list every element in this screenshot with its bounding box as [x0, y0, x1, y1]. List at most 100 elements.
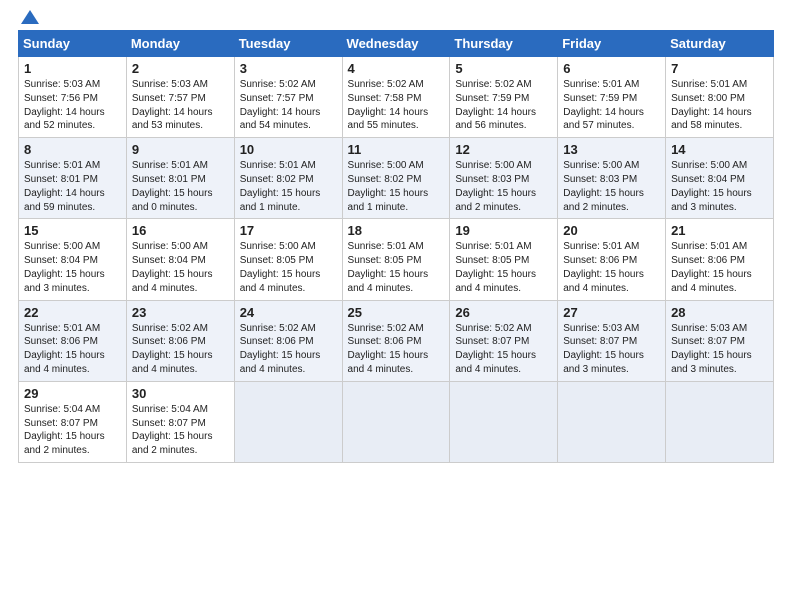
day-number: 11 — [348, 142, 446, 157]
day-number: 19 — [455, 223, 553, 238]
calendar-cell: 28 Sunrise: 5:03 AM Sunset: 8:07 PM Dayli… — [666, 300, 774, 381]
weekday-header-monday: Monday — [126, 31, 234, 57]
day-number: 7 — [671, 61, 769, 76]
calendar-cell — [450, 381, 558, 462]
day-number: 10 — [240, 142, 338, 157]
day-number: 8 — [24, 142, 122, 157]
calendar-cell: 5Sunrise: 5:02 AM Sunset: 7:59 PM Daylig… — [450, 57, 558, 138]
day-info: Sunrise: 5:00 AM Sunset: 8:03 PM Dayligh… — [563, 159, 661, 214]
calendar-cell: 18 Sunrise: 5:01 AM Sunset: 8:05 PM Dayli… — [342, 219, 450, 300]
weekday-header-saturday: Saturday — [666, 31, 774, 57]
calendar-cell: 9 Sunrise: 5:01 AM Sunset: 8:01 PM Daylig… — [126, 138, 234, 219]
calendar-cell: 23 Sunrise: 5:02 AM Sunset: 8:06 PM Dayli… — [126, 300, 234, 381]
day-number: 23 — [132, 305, 230, 320]
day-info: Sunrise: 5:00 AM Sunset: 8:05 PM Dayligh… — [240, 240, 338, 295]
calendar-cell — [558, 381, 666, 462]
calendar-cell: 22 Sunrise: 5:01 AM Sunset: 8:06 PM Dayli… — [19, 300, 127, 381]
header — [18, 10, 774, 24]
calendar-cell: 26 Sunrise: 5:02 AM Sunset: 8:07 PM Dayli… — [450, 300, 558, 381]
day-number: 5 — [455, 61, 553, 76]
calendar-cell: 3Sunrise: 5:02 AM Sunset: 7:57 PM Daylig… — [234, 57, 342, 138]
weekday-header-thursday: Thursday — [450, 31, 558, 57]
calendar-cell: 12Sunrise: 5:00 AM Sunset: 8:03 PM Dayli… — [450, 138, 558, 219]
day-info: Sunrise: 5:01 AM Sunset: 8:06 PM Dayligh… — [24, 322, 122, 377]
calendar-cell: 7Sunrise: 5:01 AM Sunset: 8:00 PM Daylig… — [666, 57, 774, 138]
calendar-cell: 19 Sunrise: 5:01 AM Sunset: 8:05 PM Dayli… — [450, 219, 558, 300]
day-info: Sunrise: 5:00 AM Sunset: 8:04 PM Dayligh… — [24, 240, 122, 295]
day-info: Sunrise: 5:01 AM Sunset: 8:06 PM Dayligh… — [671, 240, 769, 295]
day-info: Sunrise: 5:01 AM Sunset: 8:05 PM Dayligh… — [455, 240, 553, 295]
week-row-2: 8 Sunrise: 5:01 AM Sunset: 8:01 PM Daylig… — [19, 138, 774, 219]
weekday-header-row: SundayMondayTuesdayWednesdayThursdayFrid… — [19, 31, 774, 57]
day-info: Sunrise: 5:00 AM Sunset: 8:04 PM Dayligh… — [132, 240, 230, 295]
day-info: Sunrise: 5:03 AM Sunset: 7:56 PM Dayligh… — [24, 78, 122, 133]
calendar-cell: 8 Sunrise: 5:01 AM Sunset: 8:01 PM Daylig… — [19, 138, 127, 219]
calendar-cell: 14 Sunrise: 5:00 AM Sunset: 8:04 PM Dayli… — [666, 138, 774, 219]
calendar-table: SundayMondayTuesdayWednesdayThursdayFrid… — [18, 30, 774, 463]
day-number: 21 — [671, 223, 769, 238]
calendar-cell: 4 Sunrise: 5:02 AM Sunset: 7:58 PM Daylig… — [342, 57, 450, 138]
week-row-3: 15 Sunrise: 5:00 AM Sunset: 8:04 PM Dayli… — [19, 219, 774, 300]
day-number: 28 — [671, 305, 769, 320]
day-number: 22 — [24, 305, 122, 320]
calendar-cell: 1Sunrise: 5:03 AM Sunset: 7:56 PM Daylig… — [19, 57, 127, 138]
day-number: 2 — [132, 61, 230, 76]
day-number: 25 — [348, 305, 446, 320]
day-info: Sunrise: 5:01 AM Sunset: 8:02 PM Dayligh… — [240, 159, 338, 214]
weekday-header-sunday: Sunday — [19, 31, 127, 57]
day-number: 16 — [132, 223, 230, 238]
day-number: 14 — [671, 142, 769, 157]
day-number: 15 — [24, 223, 122, 238]
page: SundayMondayTuesdayWednesdayThursdayFrid… — [0, 0, 792, 612]
day-number: 6 — [563, 61, 661, 76]
day-info: Sunrise: 5:03 AM Sunset: 8:07 PM Dayligh… — [563, 322, 661, 377]
day-info: Sunrise: 5:00 AM Sunset: 8:03 PM Dayligh… — [455, 159, 553, 214]
day-info: Sunrise: 5:03 AM Sunset: 8:07 PM Dayligh… — [671, 322, 769, 377]
calendar-cell: 29Sunrise: 5:04 AM Sunset: 8:07 PM Dayli… — [19, 381, 127, 462]
day-number: 18 — [348, 223, 446, 238]
calendar-cell: 10 Sunrise: 5:01 AM Sunset: 8:02 PM Dayli… — [234, 138, 342, 219]
calendar-cell: 11 Sunrise: 5:00 AM Sunset: 8:02 PM Dayli… — [342, 138, 450, 219]
day-info: Sunrise: 5:01 AM Sunset: 8:01 PM Dayligh… — [132, 159, 230, 214]
logo — [18, 10, 42, 24]
day-info: Sunrise: 5:04 AM Sunset: 8:07 PM Dayligh… — [132, 403, 230, 458]
day-info: Sunrise: 5:00 AM Sunset: 8:04 PM Dayligh… — [671, 159, 769, 214]
calendar-cell: 15 Sunrise: 5:00 AM Sunset: 8:04 PM Dayli… — [19, 219, 127, 300]
calendar-cell: 16 Sunrise: 5:00 AM Sunset: 8:04 PM Dayli… — [126, 219, 234, 300]
calendar-cell — [234, 381, 342, 462]
calendar-cell: 24Sunrise: 5:02 AM Sunset: 8:06 PM Dayli… — [234, 300, 342, 381]
day-info: Sunrise: 5:02 AM Sunset: 8:06 PM Dayligh… — [348, 322, 446, 377]
day-info: Sunrise: 5:02 AM Sunset: 7:57 PM Dayligh… — [240, 78, 338, 133]
week-row-5: 29 Sunrise: 5:04 AM Sunset: 8:07 PM Dayli… — [19, 381, 774, 462]
day-number: 26 — [455, 305, 553, 320]
day-number: 9 — [132, 142, 230, 157]
day-info: Sunrise: 5:01 AM Sunset: 8:06 PM Dayligh… — [563, 240, 661, 295]
calendar-cell: 20Sunrise: 5:01 AM Sunset: 8:06 PM Dayli… — [558, 219, 666, 300]
logo-icon — [21, 10, 39, 24]
day-info: Sunrise: 5:01 AM Sunset: 7:59 PM Dayligh… — [563, 78, 661, 133]
day-info: Sunrise: 5:00 AM Sunset: 8:02 PM Dayligh… — [348, 159, 446, 214]
weekday-header-friday: Friday — [558, 31, 666, 57]
weekday-header-tuesday: Tuesday — [234, 31, 342, 57]
weekday-header-wednesday: Wednesday — [342, 31, 450, 57]
day-info: Sunrise: 5:01 AM Sunset: 8:05 PM Dayligh… — [348, 240, 446, 295]
calendar-cell: 25 Sunrise: 5:02 AM Sunset: 8:06 PM Dayli… — [342, 300, 450, 381]
day-number: 29 — [24, 386, 122, 401]
calendar-cell: 21 Sunrise: 5:01 AM Sunset: 8:06 PM Dayli… — [666, 219, 774, 300]
day-number: 4 — [348, 61, 446, 76]
day-number: 13 — [563, 142, 661, 157]
day-number: 30 — [132, 386, 230, 401]
week-row-4: 22 Sunrise: 5:01 AM Sunset: 8:06 PM Dayli… — [19, 300, 774, 381]
calendar-cell — [666, 381, 774, 462]
day-info: Sunrise: 5:02 AM Sunset: 8:07 PM Dayligh… — [455, 322, 553, 377]
day-info: Sunrise: 5:01 AM Sunset: 8:01 PM Dayligh… — [24, 159, 122, 214]
day-info: Sunrise: 5:02 AM Sunset: 8:06 PM Dayligh… — [132, 322, 230, 377]
day-info: Sunrise: 5:02 AM Sunset: 7:58 PM Dayligh… — [348, 78, 446, 133]
calendar-cell — [342, 381, 450, 462]
day-number: 27 — [563, 305, 661, 320]
calendar-cell: 6 Sunrise: 5:01 AM Sunset: 7:59 PM Daylig… — [558, 57, 666, 138]
calendar-cell: 30 Sunrise: 5:04 AM Sunset: 8:07 PM Dayli… — [126, 381, 234, 462]
calendar-cell: 2Sunrise: 5:03 AM Sunset: 7:57 PM Daylig… — [126, 57, 234, 138]
calendar-cell: 13 Sunrise: 5:00 AM Sunset: 8:03 PM Dayli… — [558, 138, 666, 219]
calendar-cell: 27 Sunrise: 5:03 AM Sunset: 8:07 PM Dayli… — [558, 300, 666, 381]
